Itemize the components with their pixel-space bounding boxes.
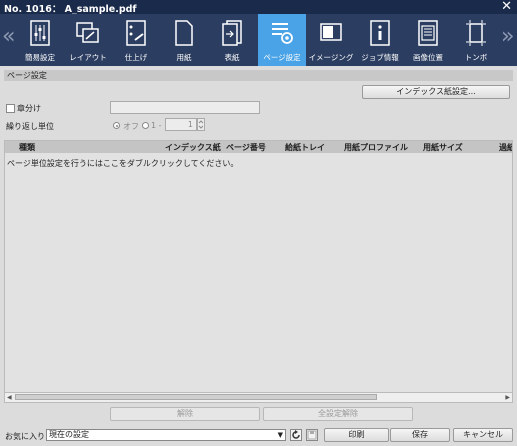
- tab-cover[interactable]: 表紙: [208, 14, 256, 66]
- trim-marks-icon: [465, 20, 487, 49]
- repeat-unit-label: 繰り返し単位: [6, 122, 54, 131]
- settings-toolbar: « 簡易設定 レイアウト 仕上げ 用紙 表紙 ページ設定 イメージング ジョブ情…: [0, 14, 517, 66]
- repeat-off-radio[interactable]: [113, 122, 120, 129]
- scroll-right-arrow-icon[interactable]: ▶: [505, 393, 510, 402]
- tab-label: イメージング: [308, 53, 354, 62]
- clear-button[interactable]: 解除: [110, 407, 260, 421]
- imaging-icon: [319, 20, 343, 47]
- repeat-spinner[interactable]: [197, 118, 205, 131]
- window-title: No. 1016： A_sample.pdf: [4, 4, 137, 15]
- table-header: 種類 インデックス紙 ページ番号 給紙トレイ 用紙プロファイル 用紙サイズ 過紙: [5, 141, 512, 153]
- repeat-off-label: オフ: [123, 122, 139, 131]
- finishing-icon: [125, 20, 147, 49]
- tab-label: ページ設定: [263, 53, 301, 62]
- close-icon[interactable]: ✕: [501, 0, 512, 14]
- scroll-left-arrow-icon[interactable]: ◀: [7, 393, 12, 402]
- favorites-label: お気に入り: [5, 432, 45, 441]
- column-index-paper[interactable]: インデックス紙: [165, 142, 221, 153]
- sliders-icon: [29, 20, 51, 49]
- page-settings-header: ページ設定: [4, 70, 513, 81]
- scrollbar-thumb[interactable]: [15, 394, 377, 400]
- layout-icon: [75, 20, 101, 49]
- paper-icon: [174, 20, 194, 49]
- refresh-button[interactable]: [290, 429, 302, 441]
- repeat-one-label: 1 -: [151, 121, 162, 130]
- title-bar: No. 1016： A_sample.pdf ✕: [0, 0, 517, 15]
- tab-layout[interactable]: レイアウト: [64, 14, 112, 66]
- chapter-label: 章分け: [17, 104, 41, 113]
- floppy-disk-icon: [307, 430, 317, 440]
- tab-label: ジョブ情報: [361, 53, 399, 62]
- column-page-number[interactable]: ページ番号: [226, 142, 266, 153]
- refresh-icon: [292, 430, 300, 439]
- tab-job-info[interactable]: ジョブ情報: [356, 14, 404, 66]
- chevron-down-icon: ▼: [277, 431, 283, 439]
- tab-finishing[interactable]: 仕上げ: [112, 14, 160, 66]
- save-button[interactable]: 保存: [390, 428, 450, 442]
- favorites-select[interactable]: 現在の設定 ▼: [46, 429, 286, 441]
- clear-all-button[interactable]: 全設定解除: [263, 407, 413, 421]
- image-position-icon: [417, 20, 439, 49]
- index-paper-settings-button[interactable]: インデックス紙設定...: [362, 85, 510, 99]
- tab-label: レイアウト: [69, 53, 107, 62]
- cancel-button[interactable]: キャンセル: [453, 428, 513, 442]
- column-paper-size[interactable]: 用紙サイズ: [423, 142, 463, 153]
- tab-label: トンボ: [464, 53, 488, 62]
- tab-label: 仕上げ: [124, 53, 148, 62]
- tab-image-position[interactable]: 画像位置: [404, 14, 452, 66]
- save-favorite-button[interactable]: [306, 429, 318, 441]
- favorites-value: 現在の設定: [49, 430, 89, 439]
- repeat-one-radio[interactable]: [142, 122, 149, 129]
- column-paper-tray[interactable]: 給紙トレイ: [285, 142, 325, 153]
- tab-label: 用紙: [176, 53, 192, 62]
- chapter-input[interactable]: [110, 101, 260, 114]
- tab-page-settings[interactable]: ページ設定: [258, 14, 306, 66]
- tab-simple-settings[interactable]: 簡易設定: [16, 14, 64, 66]
- scroll-left-icon[interactable]: «: [2, 24, 15, 49]
- empty-table-message[interactable]: ページ単位設定を行うにはここをダブルクリックしてください。: [7, 158, 238, 169]
- print-button[interactable]: 印刷: [324, 428, 389, 442]
- column-type[interactable]: 種類: [19, 142, 35, 153]
- tab-label: 表紙: [224, 53, 240, 62]
- repeat-value-input[interactable]: 1: [165, 118, 197, 131]
- horizontal-scrollbar[interactable]: ◀ ▶: [5, 392, 512, 402]
- chapter-checkbox[interactable]: [6, 104, 15, 113]
- tab-label: 簡易設定: [25, 53, 55, 62]
- cover-icon: [221, 20, 243, 49]
- tab-paper[interactable]: 用紙: [160, 14, 208, 66]
- tab-label: 画像位置: [413, 53, 443, 62]
- page-settings-icon: [269, 20, 295, 49]
- scroll-right-icon[interactable]: »: [501, 24, 514, 49]
- tab-imaging[interactable]: イメージング: [307, 14, 355, 66]
- page-settings-table[interactable]: 種類 インデックス紙 ページ番号 給紙トレイ 用紙プロファイル 用紙サイズ 過紙…: [4, 140, 513, 403]
- column-paper-profile[interactable]: 用紙プロファイル: [344, 142, 408, 153]
- info-icon: [369, 20, 391, 49]
- column-overflow[interactable]: 過紙: [499, 142, 512, 153]
- tab-trim-marks[interactable]: トンボ: [452, 14, 500, 66]
